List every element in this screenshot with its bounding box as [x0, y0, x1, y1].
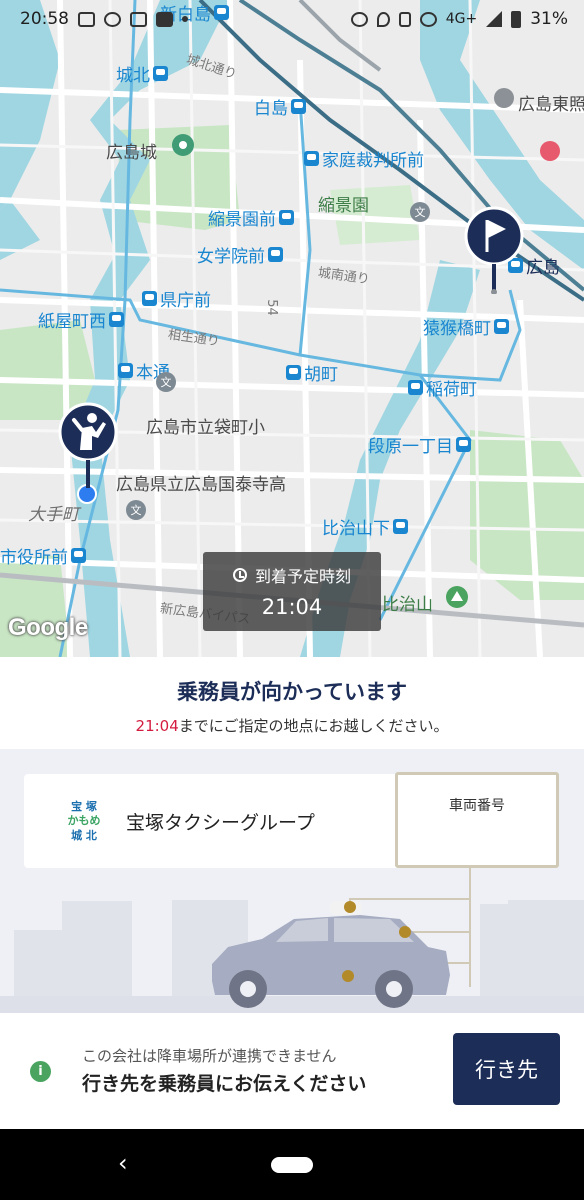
driver-status-heading: 乗務員が向かっています: [177, 680, 407, 704]
app-notification-icon: [156, 11, 173, 27]
status-panel: 乗務員が向かっています 21:04までにご指定の地点にお越しください。: [0, 657, 584, 749]
app-screen: 新白島 城北 城北通り 白島 広島東照 広島城 家庭裁判所前 縮景園 縮景園前 …: [0, 0, 584, 1200]
battery-level: 31%: [530, 9, 568, 29]
do-not-disturb-icon: [419, 11, 437, 27]
map-school-icon-3: 文: [126, 500, 146, 520]
network-type: 4G+: [445, 11, 478, 27]
eta-label: 到着予定時刻: [254, 567, 351, 586]
vibrate-icon: [398, 11, 411, 27]
info-icon: i: [30, 1061, 51, 1082]
alarm-icon: [350, 11, 368, 27]
weather-notification-icon: [104, 11, 121, 27]
map-label-kokutaiji: 広島県立広島国泰寺高: [116, 475, 286, 495]
logo-line-2: かもめ: [67, 814, 101, 828]
map-label-danbara: 段原一丁目: [368, 432, 471, 457]
signal-icon: [486, 11, 503, 27]
logo-line-3: 城 北: [71, 828, 97, 842]
map-label-hijiyamashita: 比治山下: [322, 514, 408, 539]
eta-time: 21:04: [261, 595, 323, 619]
eta-box: 到着予定時刻 21:04: [203, 552, 381, 631]
school-icon: 文: [410, 202, 430, 222]
school-icon: 文: [156, 372, 176, 392]
map-label-kamiyacho-nishi: 紙屋町西: [38, 307, 124, 332]
map-school-icon-2: 文: [156, 372, 176, 392]
map-school-icon-1: 文: [410, 202, 430, 222]
home-button[interactable]: [271, 1157, 313, 1173]
map-label-katei-saibansho: 家庭裁判所前: [304, 146, 424, 171]
map-label-fukuromachi: 広島市立袋町小: [146, 418, 265, 438]
footer: i この会社は降車場所が連携できません 行き先を乗務員にお伝えください 行き先: [0, 1013, 584, 1129]
map-label-hiroshima-castle: 広島城: [106, 143, 157, 163]
pickup-pin-icon[interactable]: [58, 402, 118, 490]
battery-icon: [511, 10, 522, 28]
map-label-shukkeien: 縮景園: [318, 196, 369, 216]
map-label-route54: 54: [263, 299, 279, 316]
destination-flag-pin-icon[interactable]: [464, 206, 524, 294]
location-icon: [376, 11, 390, 27]
google-logo: Google: [8, 614, 88, 641]
map-label-jogakuin-mae: 女学院前: [197, 242, 283, 267]
arrival-time: 21:04: [135, 717, 179, 735]
map-label-inaricho: 稲荷町: [408, 375, 477, 400]
map-label-otemachi: 大手町: [28, 505, 79, 525]
map-label-ebisucho: 胡町: [286, 360, 338, 385]
map-label-hijiyama: 比治山: [382, 595, 433, 615]
back-icon[interactable]: ‹: [118, 1151, 138, 1175]
map-label-hiroshima-higashi: 広島東照: [518, 95, 584, 115]
map-label-kenchomae: 県庁前: [142, 286, 211, 311]
logo-line-1: 宝 塚: [71, 799, 97, 813]
dropoff-note: この会社は降車場所が連携できません: [82, 1047, 337, 1065]
vehicle-number-plate: 車両番号: [395, 772, 559, 868]
vehicle-number-label: 車両番号: [449, 798, 505, 814]
clock-icon: [232, 568, 247, 582]
map-label-hakushima: 白島: [254, 94, 306, 119]
image-notification-icon: [78, 11, 95, 27]
company-logo: 宝 塚 かもめ 城 北: [56, 785, 112, 857]
map-label-enkobashi: 猿猴橋町: [423, 314, 509, 339]
destination-instruction: 行き先を乗務員にお伝えください: [82, 1073, 367, 1095]
map-label-shukkeien-mae: 縮景園前: [208, 205, 294, 230]
status-bar: 20:58 4G+ 31%: [0, 0, 584, 38]
taxi-scene: 宝 塚 かもめ 城 北 宝塚タクシーグループ 車両番号: [0, 749, 584, 1013]
status-time: 20:58: [20, 9, 69, 29]
map-view[interactable]: 新白島 城北 城北通り 白島 広島東照 広島城 家庭裁判所前 縮景園 縮景園前 …: [0, 0, 584, 657]
mail-notification-icon: [130, 11, 147, 27]
android-nav-bar: ‹: [0, 1129, 584, 1200]
more-notifications-icon: [182, 16, 188, 22]
destination-button[interactable]: 行き先: [453, 1033, 560, 1105]
company-name: 宝塚タクシーグループ: [126, 811, 315, 834]
map-label-johoku: 城北: [116, 61, 168, 86]
school-icon: 文: [126, 500, 146, 520]
map-label-shiyakusho: 市役所前: [0, 543, 86, 568]
arrival-instruction-text: までにご指定の地点にお越しください。: [178, 717, 449, 735]
arrival-instruction: 21:04までにご指定の地点にお越しください。: [0, 715, 584, 736]
